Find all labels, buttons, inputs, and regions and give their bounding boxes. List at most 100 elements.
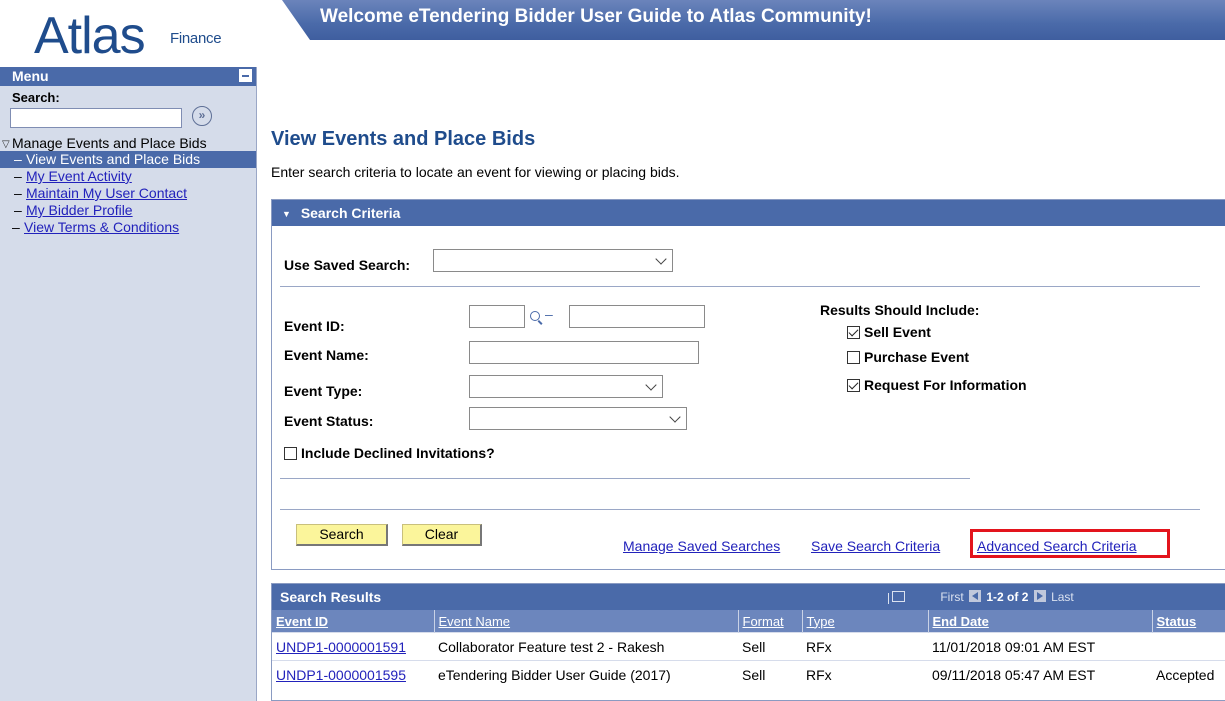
- chevron-down-icon: [645, 379, 657, 391]
- sell-event-label: Sell Event: [864, 324, 931, 340]
- page-instructions: Enter search criteria to locate an event…: [271, 164, 680, 180]
- event-name-label: Event Name:: [284, 347, 369, 363]
- status-cell: [1152, 632, 1225, 661]
- sell-event-checkbox[interactable]: [847, 326, 860, 339]
- nav-last-link[interactable]: Last: [1051, 590, 1074, 604]
- include-rfi-row[interactable]: Request For Information: [847, 377, 1027, 393]
- chevron-down-icon: [655, 253, 667, 265]
- event-id-label: Event ID:: [284, 318, 345, 334]
- menu-item-link[interactable]: My Event Activity: [26, 168, 132, 184]
- logo-sub-text: Finance: [170, 30, 222, 47]
- include-declined-checkbox[interactable]: [284, 447, 297, 460]
- event-id-from-input[interactable]: [469, 305, 525, 328]
- chevron-down-icon: [669, 411, 681, 423]
- results-include-label: Results Should Include:: [820, 302, 980, 318]
- include-declined-label: Include Declined Invitations?: [301, 445, 495, 461]
- event-id-to-input[interactable]: [569, 305, 705, 328]
- save-search-criteria-link[interactable]: Save Search Criteria: [811, 538, 940, 554]
- saved-search-label: Use Saved Search:: [284, 257, 411, 273]
- include-declined-row[interactable]: Include Declined Invitations?: [284, 445, 495, 461]
- menu-item-label: View Events and Place Bids: [26, 151, 201, 167]
- menu-item-view-events[interactable]: View Events and Place Bids: [0, 151, 256, 168]
- collapse-caret-icon: ▼: [282, 209, 291, 219]
- include-sell-event-row[interactable]: Sell Event: [847, 324, 931, 340]
- menu-search-go-icon[interactable]: »: [192, 106, 212, 126]
- end-date-cell: 09/11/2018 05:47 AM EST: [928, 660, 1152, 688]
- search-criteria-title: Search Criteria: [300, 205, 401, 221]
- type-cell: RFx: [802, 632, 928, 661]
- menu-header: Menu: [0, 67, 256, 86]
- saved-search-select[interactable]: [433, 249, 673, 272]
- event-name-cell: Collaborator Feature test 2 - Rakesh: [434, 632, 738, 661]
- clear-button[interactable]: Clear: [402, 524, 482, 546]
- search-results-table: Event ID Event Name Format Type End Date…: [272, 610, 1225, 688]
- search-button[interactable]: Search: [296, 524, 388, 546]
- welcome-banner-text: Welcome eTendering Bidder User Guide to …: [320, 6, 872, 27]
- menu-item-bidder-profile[interactable]: My Bidder Profile: [0, 202, 256, 219]
- status-cell: Accepted: [1152, 660, 1225, 688]
- format-cell: Sell: [738, 660, 802, 688]
- event-id-link[interactable]: UNDP1-0000001591: [276, 639, 406, 655]
- column-header-end-date[interactable]: End Date: [927, 610, 1152, 633]
- advanced-search-criteria-link[interactable]: Advanced Search Criteria: [977, 538, 1137, 554]
- divider: [280, 286, 1200, 287]
- lookup-search-icon[interactable]: [530, 311, 540, 321]
- event-id-cell[interactable]: UNDP1-0000001595: [272, 660, 434, 688]
- column-header-format[interactable]: Format: [737, 610, 802, 633]
- rfi-label: Request For Information: [864, 377, 1027, 393]
- search-criteria-panel: ▼ Search Criteria Use Saved Search: Even…: [271, 199, 1225, 570]
- event-type-select[interactable]: [469, 375, 663, 398]
- menu-title: Menu: [12, 68, 49, 84]
- search-criteria-header[interactable]: ▼ Search Criteria: [272, 200, 1225, 226]
- menu-search-row: »: [0, 105, 256, 131]
- range-dash: –: [545, 306, 553, 322]
- view-all-icon[interactable]: [888, 591, 905, 604]
- menu-search-label: Search:: [12, 90, 60, 105]
- divider: [280, 509, 1200, 510]
- end-date-cell: 11/01/2018 09:01 AM EST: [928, 632, 1152, 661]
- search-results-panel: Search Results First 1-2 of 2 Last Event…: [271, 583, 1225, 701]
- include-purchase-event-row[interactable]: Purchase Event: [847, 349, 969, 365]
- event-status-select[interactable]: [469, 407, 687, 430]
- table-row: UNDP1-0000001591 Collaborator Feature te…: [272, 632, 1225, 661]
- next-page-icon[interactable]: [1033, 590, 1046, 602]
- menu-search-input[interactable]: [10, 108, 182, 128]
- format-cell: Sell: [738, 632, 802, 661]
- manage-saved-searches-link[interactable]: Manage Saved Searches: [623, 538, 780, 554]
- menu-item-link[interactable]: View Terms & Conditions: [24, 219, 179, 235]
- menu-item-link[interactable]: My Bidder Profile: [26, 202, 133, 218]
- collapse-menu-icon[interactable]: [239, 69, 252, 82]
- page-title: View Events and Place Bids: [271, 128, 536, 150]
- column-header-event-id[interactable]: Event ID: [272, 610, 434, 633]
- menu-panel: Menu Search: » ▽ Manage Events and Place…: [0, 67, 257, 701]
- menu-item-terms[interactable]: View Terms & Conditions: [0, 219, 256, 236]
- menu-folder-manage-events[interactable]: ▽ Manage Events and Place Bids: [0, 131, 256, 151]
- menu-folder-label: Manage Events and Place Bids: [12, 135, 207, 151]
- purchase-event-checkbox[interactable]: [847, 351, 860, 364]
- logo-main-text: Atlas: [34, 7, 146, 65]
- nav-first-link[interactable]: First: [940, 590, 963, 604]
- type-cell: RFx: [802, 660, 928, 688]
- search-results-title: Search Results: [280, 589, 382, 605]
- event-type-label: Event Type:: [284, 383, 363, 399]
- event-id-link[interactable]: UNDP1-0000001595: [276, 667, 406, 683]
- table-row: UNDP1-0000001595 eTendering Bidder User …: [272, 660, 1225, 688]
- event-status-label: Event Status:: [284, 413, 374, 429]
- table-header-row: Event ID Event Name Format Type End Date…: [272, 610, 1225, 633]
- rfi-checkbox[interactable]: [847, 379, 860, 392]
- column-header-status[interactable]: Status: [1151, 610, 1225, 633]
- nav-count: 1-2 of 2: [986, 590, 1029, 604]
- divider: [280, 478, 970, 479]
- previous-page-icon[interactable]: [969, 590, 982, 602]
- menu-item-my-event-activity[interactable]: My Event Activity: [0, 168, 256, 185]
- menu-item-maintain-contact[interactable]: Maintain My User Contact: [0, 185, 256, 202]
- results-navigation: First 1-2 of 2 Last: [888, 584, 1074, 610]
- search-results-header: Search Results First 1-2 of 2 Last: [272, 584, 1225, 610]
- welcome-banner: Welcome eTendering Bidder User Guide to …: [282, 0, 1225, 40]
- column-header-type[interactable]: Type: [801, 610, 928, 633]
- event-id-cell[interactable]: UNDP1-0000001591: [272, 632, 434, 661]
- column-header-event-name[interactable]: Event Name: [433, 610, 738, 633]
- event-name-input[interactable]: [469, 341, 699, 364]
- event-name-cell: eTendering Bidder User Guide (2017): [434, 660, 738, 688]
- menu-item-link[interactable]: Maintain My User Contact: [26, 185, 187, 201]
